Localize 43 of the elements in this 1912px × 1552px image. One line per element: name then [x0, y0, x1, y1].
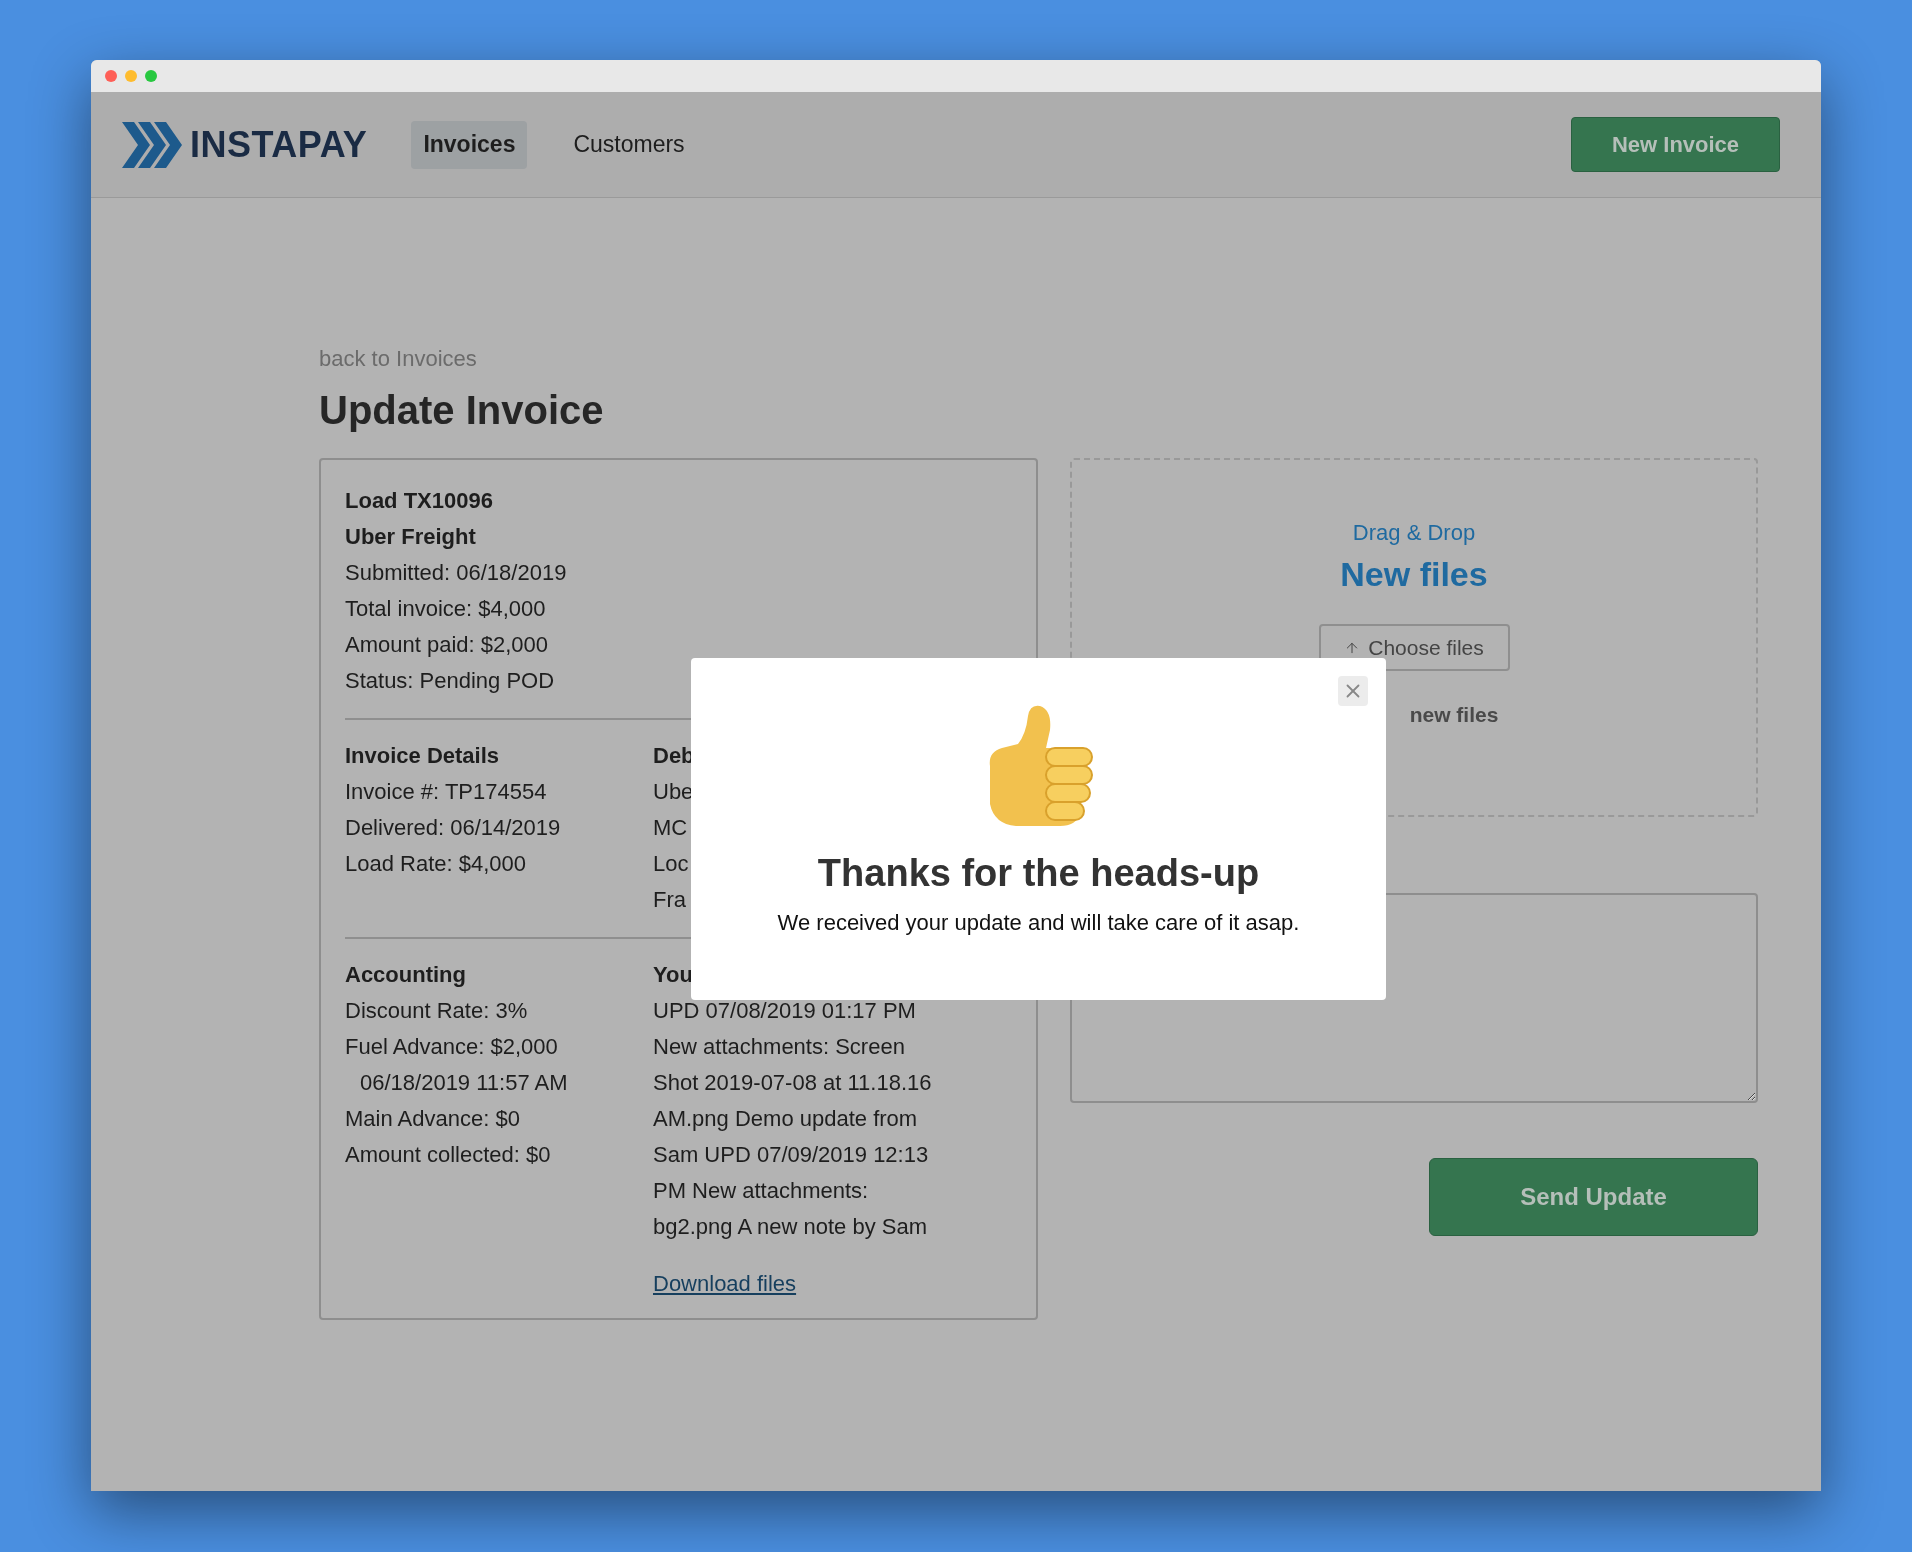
detail-text: Shot 2019-07-08 at 11.18.16: [653, 1069, 932, 1097]
detail-text: Ube: [653, 778, 694, 806]
summary-text: Status: Pending POD: [345, 667, 555, 695]
back-link[interactable]: back to Invoices: [319, 346, 1758, 372]
detail-text: Sam UPD 07/09/2019 12:13: [653, 1141, 929, 1169]
detail-text: Fra: [653, 886, 686, 914]
detail-text: PM New attachments:: [653, 1177, 869, 1205]
close-button[interactable]: [1338, 676, 1368, 706]
detail-text: UPD 07/08/2019 01:17 PM: [653, 997, 916, 1025]
detail-text: Discount Rate: 3%: [345, 997, 528, 1025]
detail-text: Load Rate: $4,000: [345, 850, 527, 878]
detail-text: Delivered: 06/14/2019: [345, 814, 561, 842]
detail-text: Amount collected: $0: [345, 1141, 551, 1169]
detail-text: bg2.png A new note by Sam: [653, 1213, 927, 1241]
new-invoice-button[interactable]: New Invoice: [1571, 117, 1780, 172]
section-heading: You: [653, 961, 693, 989]
send-update-button[interactable]: Send Update: [1429, 1158, 1758, 1236]
detail-text: Loc: [653, 850, 689, 878]
dropzone-hint: Drag & Drop: [1352, 519, 1476, 547]
summary-text: Uber Freight: [345, 523, 476, 551]
detail-text: New attachments: Screen: [653, 1033, 905, 1061]
section-heading: Invoice Details: [345, 742, 500, 770]
dropzone-title: New files: [1340, 554, 1488, 595]
brand-name: INSTAPAY: [190, 122, 368, 167]
dialog-title: Thanks for the heads-up: [817, 851, 1260, 896]
summary-text: Load TX10096: [345, 487, 493, 515]
chevrons-logo-icon: [122, 121, 182, 168]
detail-text: MC: [653, 814, 688, 842]
detail-text: AM.png Demo update from: [653, 1105, 918, 1133]
download-files-link[interactable]: Download files: [653, 1266, 797, 1302]
summary-text: Amount paid: $2,000: [345, 631, 549, 659]
nav-tab[interactable]: Customers: [561, 120, 697, 169]
dialog-message: We received your update and will take care of it asap.: [777, 909, 1300, 937]
detail-text: Fuel Advance: $2,000: [345, 1033, 558, 1061]
page-title: Update Invoice: [319, 387, 605, 434]
nav-tab[interactable]: Invoices: [411, 120, 528, 169]
summary-text: Total invoice: $4,000: [345, 595, 546, 623]
detail-text: Invoice #: TP174554: [345, 778, 547, 806]
section-heading: Accounting: [345, 961, 466, 989]
summary-text: Submitted: 06/18/2019: [345, 559, 567, 587]
dropzone-status: new files: [1408, 702, 1499, 728]
detail-text: Main Advance: $0: [345, 1105, 520, 1133]
detail-text: 06/18/2019 11:57 AM: [359, 1069, 568, 1097]
